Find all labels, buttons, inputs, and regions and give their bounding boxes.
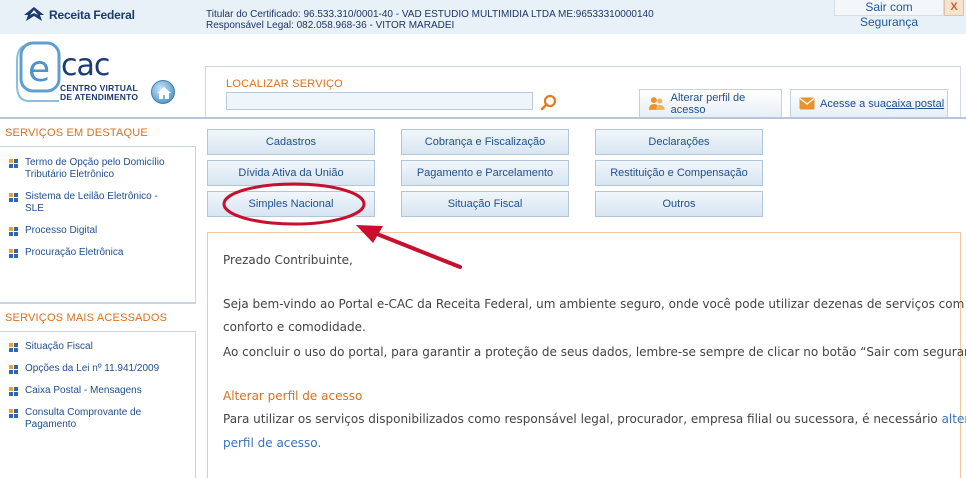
most-accessed-services: SERVIÇOS MAIS ACESSADOS Situação Fiscal … xyxy=(0,303,196,441)
certificate-info: Titular do Certificado: 96.533.310/0001-… xyxy=(206,9,654,31)
bullet-icon xyxy=(9,387,18,396)
certificate-holder: Titular do Certificado: 96.533.310/0001-… xyxy=(206,9,654,20)
service-divida-ativa-button[interactable]: Dívida Ativa da União xyxy=(207,160,375,186)
envelope-icon xyxy=(799,97,815,110)
sidebar-item-label: Opções da Lei nº 11.941/2009 xyxy=(25,363,160,374)
service-simples-nacional-button[interactable]: Simples Nacional xyxy=(207,191,375,217)
sidebar-item-comprovante-pagamento[interactable]: Consulta Comprovante de Pagamento xyxy=(0,407,196,431)
sidebar-item-domicilio-eletronico[interactable]: Termo de Opção pelo Domicílio Tributário… xyxy=(0,157,196,181)
welcome-text-line-2: conforto e comodidade. xyxy=(223,320,366,334)
sidebar-item-label: Procuração Eletrônica xyxy=(25,247,124,258)
bullet-icon xyxy=(9,227,18,236)
receita-federal-logo[interactable]: Receita Federal xyxy=(22,5,135,25)
service-cobranca-button[interactable]: Cobrança e Fiscalização xyxy=(401,129,569,155)
change-profile-text: Para utilizar os serviços disponibilizad… xyxy=(223,412,942,426)
search-input[interactable] xyxy=(226,92,533,110)
change-profile-button[interactable]: Alterar perfil de acesso xyxy=(639,89,782,117)
service-declaracoes-button[interactable]: Declarações xyxy=(595,129,763,155)
search-label: LOCALIZAR SERVIÇO xyxy=(226,78,343,90)
legal-responsible: Responsável Legal: 082.058.968-36 - VITO… xyxy=(206,20,455,31)
sidebar-item-caixa-postal[interactable]: Caixa Postal - Mensagens xyxy=(0,385,196,397)
receita-federal-text: Receita Federal xyxy=(49,8,135,22)
featured-services: SERVIÇOS EM DESTAQUE Termo de Opção pelo… xyxy=(0,119,196,269)
users-icon xyxy=(648,96,665,110)
bullet-icon xyxy=(9,159,18,168)
sidebar-item-label: Termo de Opção pelo Domicílio Tributário… xyxy=(25,157,165,180)
ecac-e-letter: e xyxy=(28,49,50,90)
logout-button[interactable]: Sair com Segurança xyxy=(834,0,944,29)
sidebar-item-procuracao-eletronica[interactable]: Procuração Eletrônica xyxy=(0,247,196,259)
sidebar-item-label: Caixa Postal - Mensagens xyxy=(25,385,142,396)
sidebar-item-lei-11941[interactable]: Opções da Lei nº 11.941/2009 xyxy=(0,363,196,375)
sidebar-item-label: Processo Digital xyxy=(25,225,98,236)
featured-services-title: SERVIÇOS EM DESTAQUE xyxy=(0,119,196,147)
bullet-icon xyxy=(9,365,18,374)
ecac-subtitle-line-2: DE ATENDIMENTO xyxy=(60,92,139,102)
home-button[interactable] xyxy=(151,80,175,104)
greeting-text: Prezado Contribuinte, xyxy=(223,253,353,267)
sidebar-item-situacao-fiscal[interactable]: Situação Fiscal xyxy=(0,341,196,353)
featured-services-list: Termo de Opção pelo Domicílio Tributário… xyxy=(0,147,196,259)
search-icon[interactable] xyxy=(540,94,558,112)
mailbox-link[interactable]: caixa postal xyxy=(886,98,944,110)
bullet-icon xyxy=(9,343,18,352)
home-icon xyxy=(157,87,171,99)
change-profile-text-line-1: Para utilizar os serviços disponibilizad… xyxy=(223,408,966,431)
change-profile-period: . xyxy=(317,436,322,450)
mailbox-prefix: Acesse a sua xyxy=(820,97,887,110)
service-situacao-fiscal-button[interactable]: Situação Fiscal xyxy=(401,191,569,217)
sidebar-item-processo-digital[interactable]: Processo Digital xyxy=(0,225,196,237)
logout-hint-text: Ao concluir o uso do portal, para garant… xyxy=(223,345,966,359)
ecac-subtitle: CENTRO VIRTUAL DE ATENDIMENTO xyxy=(60,84,138,102)
sidebar-item-label: Situação Fiscal xyxy=(25,341,93,352)
close-icon[interactable]: X xyxy=(944,0,964,16)
eagle-icon xyxy=(24,7,44,21)
most-accessed-list: Situação Fiscal Opções da Lei nº 11.941/… xyxy=(0,332,196,431)
change-profile-heading: Alterar perfil de acesso xyxy=(223,389,363,403)
welcome-text-line-1: Seja bem-vindo ao Portal e-CAC da Receit… xyxy=(223,297,966,311)
bullet-icon xyxy=(9,409,18,418)
sidebar-item-label: Sistema de Leilão Eletrônico - SLE xyxy=(25,191,158,214)
header: Receita Federal Titular do Certificado: … xyxy=(0,0,966,119)
change-profile-link[interactable]: alterar o xyxy=(942,412,966,426)
ecac-cac-text: cac xyxy=(61,48,109,83)
most-accessed-title: SERVIÇOS MAIS ACESSADOS xyxy=(0,304,196,332)
service-restituicao-button[interactable]: Restituição e Compensação xyxy=(595,160,763,186)
bullet-icon xyxy=(9,249,18,258)
change-profile-label: Alterar perfil de acesso xyxy=(670,91,746,116)
sidebar-item-label: Consulta Comprovante de Pagamento xyxy=(25,407,142,430)
change-profile-text-line-2: perfil de acesso. xyxy=(223,432,321,455)
sidebar: SERVIÇOS EM DESTAQUE Termo de Opção pelo… xyxy=(0,119,196,478)
bullet-icon xyxy=(9,193,18,202)
change-profile-link-continued[interactable]: perfil de acesso xyxy=(223,436,317,450)
service-pagamento-button[interactable]: Pagamento e Parcelamento xyxy=(401,160,569,186)
sidebar-item-leilao-eletronico[interactable]: Sistema de Leilão Eletrônico - SLE xyxy=(0,191,196,215)
service-cadastros-button[interactable]: Cadastros xyxy=(207,129,375,155)
service-outros-button[interactable]: Outros xyxy=(595,191,763,217)
mailbox-button[interactable]: Acesse a sua caixa postal xyxy=(790,89,948,117)
